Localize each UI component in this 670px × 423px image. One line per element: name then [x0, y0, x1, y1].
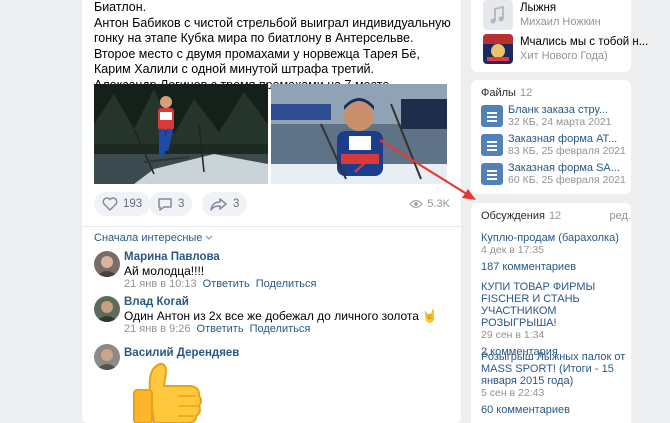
files-count: 12	[519, 87, 533, 99]
comment-date[interactable]: 21 янв в 9:26	[124, 323, 191, 335]
reply-link[interactable]: Ответить	[203, 278, 250, 290]
album-cover	[483, 34, 513, 64]
music-note-icon	[483, 0, 513, 30]
audio-item[interactable]: Лыжня Михаил Ножкин	[483, 0, 631, 30]
edit-link[interactable]: ред.	[610, 210, 631, 222]
discussions-block: Обсуждения 12 ред. Куплю-продам (барахолк…	[471, 203, 631, 423]
file-name: Заказная форма АТ...	[508, 133, 618, 145]
avatar[interactable]	[94, 344, 120, 370]
views-count: 5.3K	[427, 198, 450, 210]
document-icon	[481, 163, 503, 185]
post-photo-athlete[interactable]	[271, 84, 447, 184]
post-text: Биатлон. Антон Бабиков с чистой стрельбо…	[94, 0, 454, 93]
files-block: Файлы 12 Бланк заказа стру... 32 КБ, 24 м…	[471, 80, 631, 194]
share-button[interactable]: 3	[202, 192, 248, 216]
comment-meta: 21 янв в 9:26 Ответить Поделиться	[124, 323, 310, 335]
post-photo-skier[interactable]	[94, 84, 268, 184]
comment-author[interactable]: Василий Дерендяев	[124, 347, 239, 359]
comment-meta: 21 янв в 10:13 Ответить Поделиться	[124, 278, 316, 290]
topic-title[interactable]: Куплю-продам (барахолка)	[481, 232, 629, 244]
post-actions: 193 3 3 5.3K	[94, 192, 450, 216]
like-count: 193	[123, 198, 143, 210]
audio-item[interactable]: Мчались мы с тобой н... Хит Нового Года)	[483, 34, 648, 64]
comments-sort-toggle[interactable]: Сначала интересные	[94, 232, 213, 244]
chevron-down-icon	[205, 235, 213, 240]
discussion-topic[interactable]: Куплю-продам (барахолка) 4 дек в 17:35 1…	[481, 232, 629, 274]
share-icon	[210, 198, 227, 211]
discussions-count: 12	[548, 210, 562, 222]
file-item[interactable]: Заказная форма SA... 60 КБ, 25 февраля 2…	[481, 162, 631, 188]
comment-item: Влад Когай Один Антон из 2х все же добеж…	[94, 296, 438, 336]
audio-title: Мчались мы с тобой н...	[520, 36, 649, 48]
file-meta: 83 КБ, 25 февраля 2021	[508, 145, 626, 157]
file-item[interactable]: Бланк заказа стру... 32 КБ, 24 марта 202…	[481, 104, 631, 130]
reply-link[interactable]: Ответить	[197, 323, 244, 335]
topic-title[interactable]: Розыгрыш Лыжных палок от MASS SPORT! (Ит…	[481, 351, 629, 387]
like-button[interactable]: 193	[94, 192, 151, 216]
topic-title[interactable]: КУПИ ТОВАР ФИРМЫ FISCHER И СТАНЬ УЧАСТНИ…	[481, 281, 629, 329]
files-title: Файлы	[481, 87, 516, 99]
post-line: Антон Бабиков с чистой стрельбой выиграл…	[94, 15, 451, 46]
share-count: 3	[233, 198, 240, 210]
comment-count: 3	[178, 198, 185, 210]
share-link[interactable]: Поделиться	[250, 323, 311, 335]
eye-icon	[409, 199, 424, 209]
avatar[interactable]	[94, 296, 120, 322]
audio-title: Лыжня	[520, 2, 557, 14]
files-header[interactable]: Файлы 12	[481, 87, 532, 99]
divider	[82, 226, 461, 227]
discussions-title: Обсуждения	[481, 210, 545, 222]
topic-comments[interactable]: 187 комментариев	[481, 261, 629, 274]
file-name: Бланк заказа стру...	[508, 104, 609, 116]
comment-icon	[158, 198, 172, 211]
post-line: Биатлон.	[94, 0, 147, 14]
topic-date: 29 сен в 1:34	[481, 329, 545, 341]
document-icon	[481, 134, 503, 156]
views-counter: 5.3K	[409, 192, 450, 216]
topic-date: 4 дек в 17:35	[481, 244, 545, 256]
share-link[interactable]: Поделиться	[256, 278, 317, 290]
audio-artist: Хит Нового Года)	[520, 50, 608, 62]
discussion-topic[interactable]: Розыгрыш Лыжных палок от MASS SPORT! (Ит…	[481, 351, 629, 417]
topic-date: 5 сен в 22:43	[481, 387, 545, 399]
wall-post: Биатлон. Антон Бабиков с чистой стрельбо…	[82, 0, 461, 423]
discussions-header[interactable]: Обсуждения 12	[481, 210, 561, 222]
discussion-topic[interactable]: КУПИ ТОВАР ФИРМЫ FISCHER И СТАНЬ УЧАСТНИ…	[481, 281, 629, 359]
file-name: Заказная форма SA...	[508, 162, 620, 174]
audio-block: Лыжня Михаил Ножкин Мчались мы с тобой н…	[471, 0, 648, 72]
comment-button[interactable]: 3	[149, 192, 193, 216]
comment-text: Один Антон из 2х все же добежал до лично…	[124, 309, 438, 323]
sort-label: Сначала интересные	[94, 232, 203, 244]
avatar[interactable]	[94, 251, 120, 277]
comment-date[interactable]: 21 янв в 10:13	[124, 278, 197, 290]
post-line: Второе место с двумя промахами у норвежц…	[94, 46, 420, 77]
comment-item: Марина Павлова Ай молодца!!!! 21 янв в 1…	[94, 251, 434, 291]
topic-comments[interactable]: 60 комментариев	[481, 404, 629, 417]
comment-author[interactable]: Марина Павлова	[124, 251, 220, 263]
comment-text: Ай молодца!!!!	[124, 264, 205, 278]
comment-author[interactable]: Влад Когай	[124, 296, 189, 308]
thumbs-up-icon	[130, 360, 210, 423]
file-meta: 60 КБ, 25 февраля 2021	[508, 174, 626, 186]
document-icon	[481, 105, 503, 127]
file-meta: 32 КБ, 24 марта 2021	[508, 116, 612, 128]
heart-icon	[102, 197, 118, 211]
audio-artist: Михаил Ножкин	[520, 16, 601, 28]
file-item[interactable]: Заказная форма АТ... 83 КБ, 25 февраля 2…	[481, 133, 631, 159]
